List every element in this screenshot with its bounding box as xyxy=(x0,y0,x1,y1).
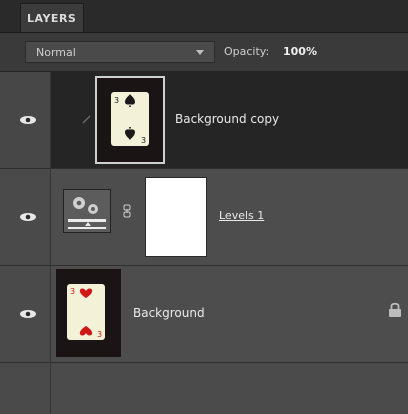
svg-text:3: 3 xyxy=(70,287,75,296)
brush-icon xyxy=(82,115,91,124)
layers-panel: LAYERS Normal Opacity: 100% 3 3 Backgrou… xyxy=(0,0,408,414)
layer-options-bar: Normal Opacity: 100% xyxy=(0,33,408,72)
layer-row-background[interactable]: 3 3 Background xyxy=(0,266,408,363)
levels-adjustment-icon xyxy=(64,190,110,232)
visibility-column xyxy=(0,72,51,168)
layer-name[interactable]: Levels 1 xyxy=(219,209,264,222)
opacity-label: Opacity: xyxy=(224,45,270,58)
panel-tab-bar: LAYERS xyxy=(0,0,408,33)
tab-layers[interactable]: LAYERS xyxy=(20,3,84,32)
eye-icon[interactable] xyxy=(19,115,37,125)
svg-text:3: 3 xyxy=(114,96,119,105)
layer-name[interactable]: Background xyxy=(133,306,205,320)
layers-empty-area xyxy=(0,363,408,414)
playing-card-hearts-icon: 3 3 xyxy=(67,284,105,340)
adjustment-thumbnail[interactable] xyxy=(63,189,111,233)
chevron-down-icon xyxy=(196,50,204,55)
link-chain-icon[interactable] xyxy=(122,204,132,218)
layers-list: 3 3 Background copy Levels 1 3 3 Backgro… xyxy=(0,72,408,414)
layer-row-levels-1[interactable]: Levels 1 xyxy=(0,169,408,266)
eye-icon[interactable] xyxy=(19,309,37,319)
layer-thumbnail[interactable]: 3 3 xyxy=(95,76,165,164)
visibility-column xyxy=(0,169,51,265)
visibility-column xyxy=(0,266,51,362)
eye-icon[interactable] xyxy=(19,212,37,222)
visibility-column xyxy=(0,363,51,414)
lock-icon xyxy=(389,302,401,317)
blend-mode-value: Normal xyxy=(36,45,76,59)
layer-thumbnail[interactable]: 3 3 xyxy=(56,269,121,357)
blend-mode-select[interactable]: Normal xyxy=(25,41,215,63)
svg-text:3: 3 xyxy=(97,330,102,339)
layer-mask-thumbnail[interactable] xyxy=(145,177,207,257)
playing-card-spades-icon: 3 3 xyxy=(111,92,149,146)
opacity-field[interactable]: 100% xyxy=(283,45,317,58)
layer-row-background-copy[interactable]: 3 3 Background copy xyxy=(0,72,408,169)
svg-text:3: 3 xyxy=(141,136,146,145)
layer-name[interactable]: Background copy xyxy=(175,112,279,126)
